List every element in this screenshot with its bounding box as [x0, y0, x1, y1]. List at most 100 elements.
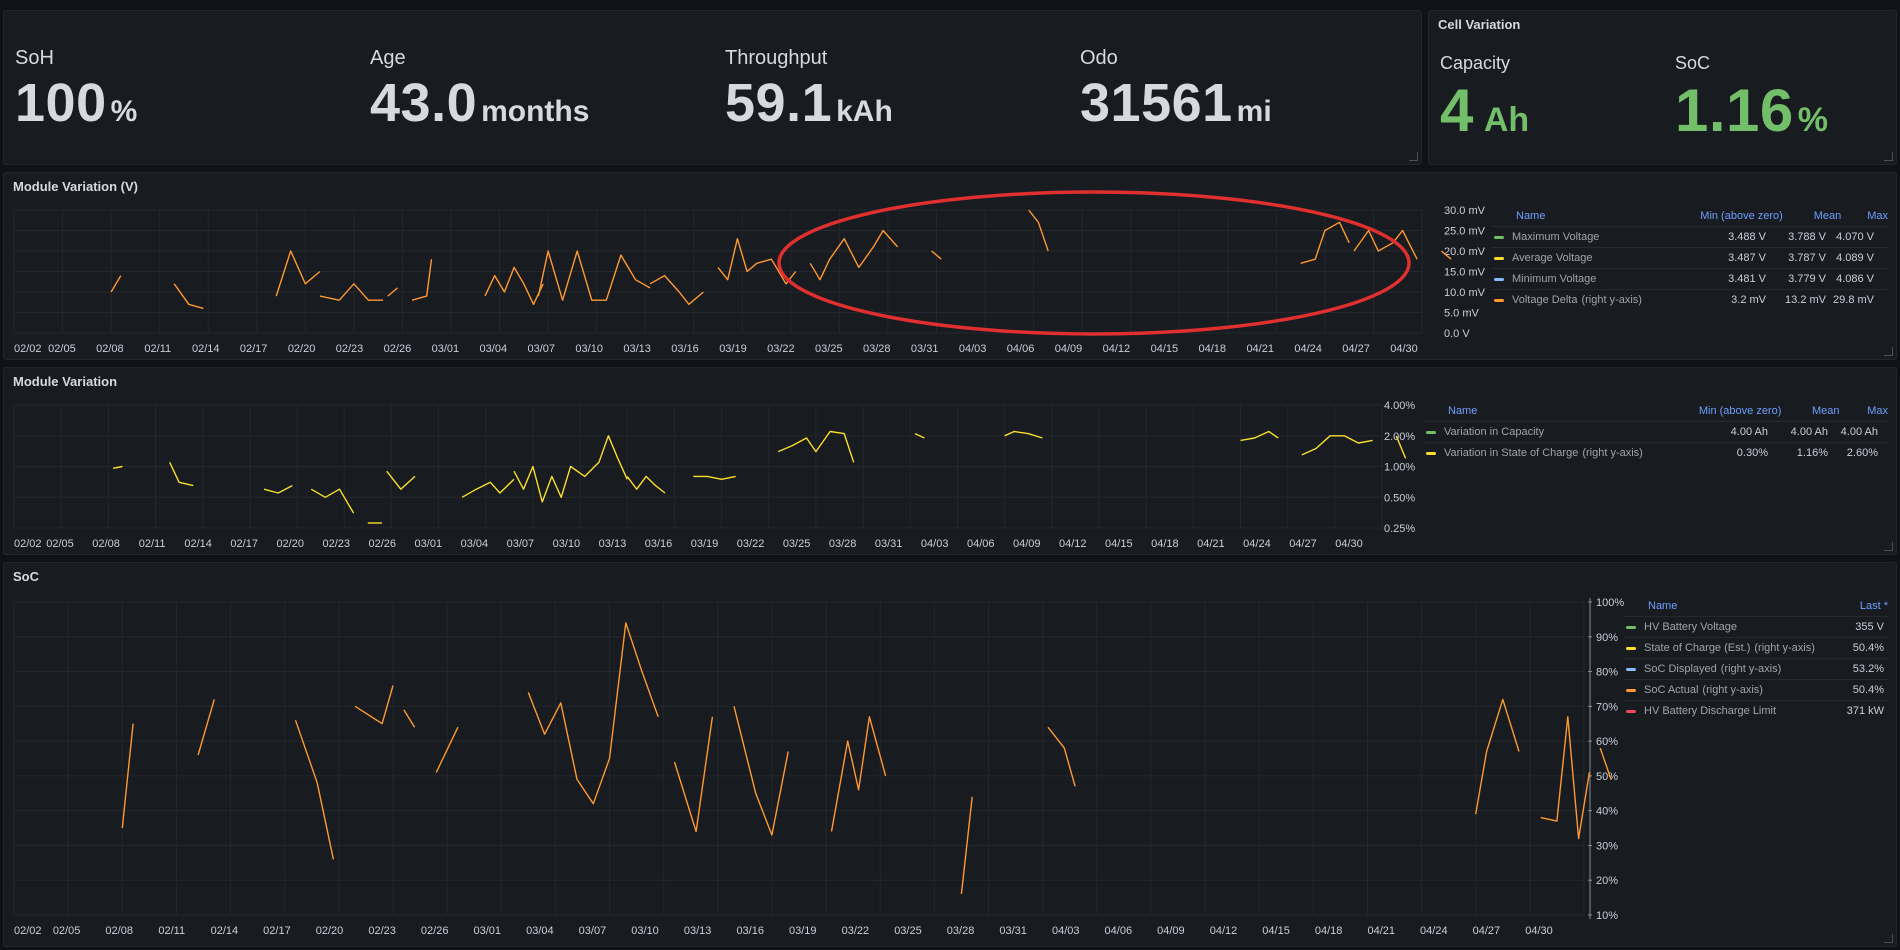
series-color-swatch	[1494, 298, 1504, 302]
legend-mean-value: 3.787 V	[1788, 252, 1826, 264]
x-tick-label: 02/05	[48, 343, 76, 355]
x-tick-label: 04/18	[1315, 925, 1343, 937]
series-line-segment	[110, 275, 122, 293]
series-color-swatch	[1626, 625, 1636, 629]
x-tick-label: 02/11	[144, 343, 171, 355]
legend-series-name: SoC Displayed	[1644, 663, 1717, 675]
series-line-segment	[1004, 430, 1043, 439]
series-line-segment	[830, 716, 887, 832]
legend-row[interactable]: SoC Actual (right y-axis) 50.4%	[1624, 679, 1888, 700]
legend-header-mean[interactable]: Mean	[1783, 210, 1842, 222]
legend-series[interactable]: SoC Displayed (right y-axis)	[1624, 663, 1824, 675]
legend-mean-value: 4.00 Ah	[1790, 426, 1828, 438]
y-tick-label: 90%	[1596, 632, 1618, 644]
x-tick-label: 04/09	[1055, 343, 1083, 355]
stat-soc-value: 1.16	[1675, 77, 1794, 144]
legend-row[interactable]: Variation in Capacity 4.00 Ah 4.00 Ah 4.00 …	[1424, 421, 1888, 442]
legend-row[interactable]: HV Battery Discharge Limit 371 kW	[1624, 700, 1888, 721]
stat-throughput: Throughput 59.1 kAh	[725, 47, 893, 134]
legend-row[interactable]: SoC Displayed (right y-axis) 53.2%	[1624, 658, 1888, 679]
x-tick-label: 04/15	[1262, 925, 1290, 937]
x-tick-label: 03/01	[474, 925, 502, 937]
legend-series[interactable]: HV Battery Voltage	[1624, 621, 1824, 633]
legend-row[interactable]: HV Battery Voltage 355 V	[1624, 616, 1888, 637]
y-tick-label: 30.0 mV	[1444, 205, 1486, 217]
x-tick-label: 03/13	[599, 538, 627, 550]
y-tick-label: 50%	[1596, 771, 1618, 783]
module-variation-v-panel: Module Variation (V) 30.0 mV 25.0 mV 20.0 …	[3, 172, 1897, 360]
x-tick-label: 03/19	[691, 538, 719, 550]
module-variation-v-legend: Name Min (above zero) Mean Max Maximum V…	[1492, 206, 1888, 310]
x-tick-label: 04/18	[1151, 538, 1179, 550]
x-tick-label: 02/08	[105, 925, 133, 937]
legend-last-value: 50.4%	[1852, 684, 1884, 696]
legend-row[interactable]: Minimum Voltage 3.481 V 3.779 V 4.086 V	[1492, 268, 1888, 289]
legend-last-value: 53.2%	[1852, 663, 1884, 675]
legend-row[interactable]: State of Charge (Est.) (right y-axis) 50.4…	[1624, 637, 1888, 658]
legend-row[interactable]: Variation in State of Charge (right y-axi…	[1424, 442, 1888, 463]
y-tick-label: 60%	[1596, 736, 1618, 748]
legend-header-min[interactable]: Min (above zero)	[1671, 405, 1782, 417]
series-color-swatch	[1494, 256, 1504, 260]
y-tick-label: 0.50%	[1384, 492, 1415, 504]
legend-header: Name Last *	[1624, 596, 1888, 616]
stat-soc-label: SoC	[1675, 53, 1711, 73]
stat-capacity-label: Capacity	[1440, 53, 1511, 73]
legend-min-value: 0.30%	[1736, 447, 1768, 459]
series-line-segment	[527, 622, 659, 805]
legend-header-mean[interactable]: Mean	[1781, 405, 1840, 417]
legend-header: Name Min (above zero) Mean Max	[1492, 206, 1888, 226]
x-tick-label: 03/16	[645, 538, 673, 550]
legend-series[interactable]: Variation in Capacity	[1424, 426, 1654, 438]
x-tick-label: 03/19	[789, 925, 817, 937]
x-tick-label: 02/26	[421, 925, 449, 937]
x-tick-label: 04/15	[1151, 343, 1179, 355]
legend-series-name: HV Battery Voltage	[1644, 621, 1737, 633]
legend-series[interactable]: State of Charge (Est.) (right y-axis)	[1624, 642, 1824, 654]
x-tick-label: 04/30	[1525, 925, 1553, 937]
stat-odo-value: 31561	[1080, 73, 1233, 133]
legend-header-name[interactable]: Name	[1492, 210, 1672, 222]
module-variation-chart: 4.00% 2.00% 1.00% 0.50% 0.25% 02/02 02/05 02/08…	[13, 400, 1415, 550]
resize-handle[interactable]	[1884, 347, 1893, 356]
x-tick-label: 02/23	[322, 538, 350, 550]
legend-row[interactable]: Maximum Voltage 3.488 V 3.788 V 4.070 V	[1492, 226, 1888, 247]
x-tick-label: 03/01	[415, 538, 443, 550]
stat-soh-label: SoH	[15, 47, 54, 69]
legend-max-value: 29.8 mV	[1833, 294, 1874, 306]
series-line-segment	[693, 475, 736, 481]
legend-header-max[interactable]: Max	[1840, 405, 1888, 417]
resize-handle[interactable]	[1884, 152, 1893, 161]
legend-header-last[interactable]: Last *	[1833, 600, 1888, 612]
resize-handle[interactable]	[1409, 152, 1418, 161]
legend-series-name: State of Charge (Est.)	[1644, 642, 1751, 654]
legend-series[interactable]: SoC Actual (right y-axis)	[1624, 684, 1824, 696]
x-tick-label: 03/31	[999, 925, 1027, 937]
series-color-swatch	[1626, 646, 1636, 650]
series-line-segment	[1540, 716, 1591, 840]
x-tick-label: 04/09	[1157, 925, 1185, 937]
legend-header-name[interactable]: Name	[1624, 600, 1833, 612]
legend-series[interactable]: Minimum Voltage	[1492, 273, 1652, 285]
x-tick-label: 03/04	[461, 538, 489, 550]
x-tick-label: 04/03	[959, 343, 987, 355]
x-tick-label: 02/11	[158, 925, 185, 937]
legend-row[interactable]: Voltage Delta (right y-axis) 3.2 mV 13.2 mV…	[1492, 289, 1888, 310]
series-line-segment	[809, 229, 899, 281]
stat-odo: Odo 31561 mi	[1080, 47, 1272, 134]
legend-header-name[interactable]: Name	[1424, 405, 1671, 417]
legend-header-max[interactable]: Max	[1841, 210, 1888, 222]
legend-series[interactable]: Variation in State of Charge (right y-axi…	[1424, 447, 1654, 459]
legend-row[interactable]: Average Voltage 3.487 V 3.787 V 4.089 V	[1492, 247, 1888, 268]
legend-series[interactable]: HV Battery Discharge Limit	[1624, 705, 1824, 717]
stat-soc-unit: %	[1797, 101, 1829, 139]
resize-handle[interactable]	[1884, 542, 1893, 551]
legend-series[interactable]: Average Voltage	[1492, 252, 1652, 264]
resize-handle[interactable]	[1884, 934, 1893, 943]
x-tick-label: 03/01	[432, 343, 460, 355]
legend-series[interactable]: Voltage Delta (right y-axis)	[1492, 294, 1652, 306]
legend-header-min[interactable]: Min (above zero)	[1672, 210, 1783, 222]
x-tick-label: 04/06	[1007, 343, 1035, 355]
legend-series[interactable]: Maximum Voltage	[1492, 231, 1652, 243]
soc-panel: SoC 100% 90% 80% 70% 60% 50% 40% 30% 20% 10% 02/02…	[3, 562, 1897, 947]
